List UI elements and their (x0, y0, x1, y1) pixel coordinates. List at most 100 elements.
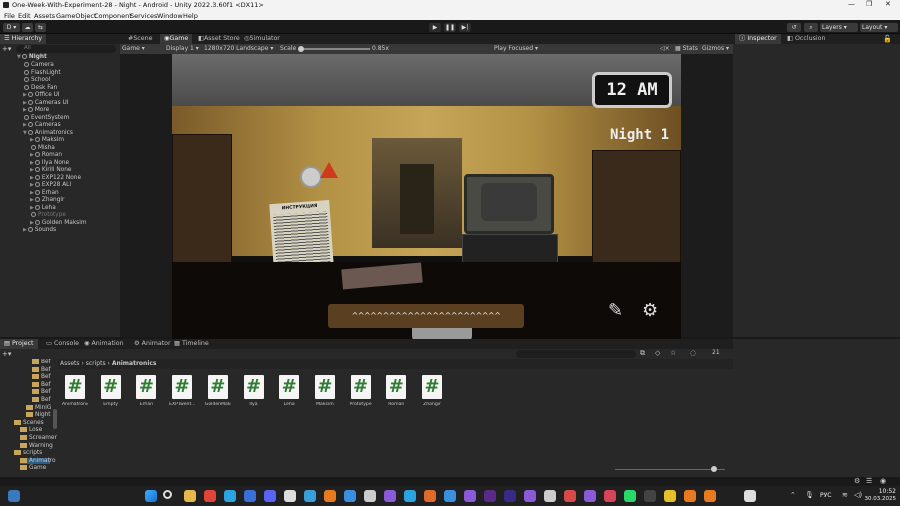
maximize-button[interactable]: ❐ (866, 0, 872, 8)
premiere-icon[interactable] (504, 490, 516, 502)
expand-arrow-icon[interactable]: ▶ (23, 107, 27, 113)
account-button[interactable]: D ▾ (3, 23, 20, 32)
hierarchy-item[interactable]: ▶ Cameras (23, 122, 61, 128)
ds-icon[interactable] (684, 490, 696, 502)
hierarchy-item[interactable]: Desk Fan (23, 84, 57, 91)
expand-arrow-icon[interactable]: ▼ (23, 130, 27, 136)
hierarchy-item[interactable]: ▶ Maksim (30, 137, 64, 143)
expand-arrow-icon[interactable]: ▶ (23, 122, 27, 128)
hierarchy-item[interactable]: ▶ Cameras UI (23, 99, 68, 106)
hierarchy-item[interactable]: ▶ Leha (30, 204, 56, 211)
expand-arrow-icon[interactable]: ▶ (30, 167, 34, 173)
step-button[interactable]: ▶| (459, 23, 471, 32)
hierarchy-item[interactable]: ▶ EXP122 None (30, 174, 81, 181)
scale-slider-handle[interactable] (298, 46, 304, 52)
hierarchy-item[interactable]: ▼ Animatronics (23, 129, 73, 136)
script-file[interactable]: # GoldenMaks... (205, 375, 231, 407)
project-folder[interactable]: Scenes (14, 419, 44, 426)
crumb-assets[interactable]: Assets (60, 360, 80, 367)
search-icon[interactable] (163, 490, 172, 499)
yandex-browser-icon[interactable] (204, 490, 216, 502)
minimize-button[interactable]: — (848, 0, 855, 8)
tab-console[interactable]: ▭ Console (42, 339, 83, 349)
wifi-icon[interactable]: ≋ (842, 491, 848, 499)
visual-studio-2-icon[interactable] (464, 490, 476, 502)
expand-arrow-icon[interactable]: ▶ (30, 205, 34, 211)
after-effects-icon[interactable] (484, 490, 496, 502)
script-file[interactable]: # Zhangir (419, 375, 445, 407)
layout-dropdown[interactable]: Layout ▾ (860, 23, 898, 32)
tab-hierarchy[interactable]: ☰ Hierarchy (0, 34, 47, 44)
crumb-scripts[interactable]: scripts (86, 360, 106, 367)
vs-code-icon[interactable] (444, 490, 456, 502)
tab-scene[interactable]: #Scene (124, 34, 156, 44)
visibility-icon[interactable]: ◌ (690, 349, 696, 357)
hierarchy-item[interactable]: ▶ EXP28 ALI (30, 182, 71, 188)
expand-arrow-icon[interactable]: ▶ (30, 190, 34, 196)
menu-help[interactable]: Help (183, 12, 198, 20)
unity-editor-icon[interactable] (744, 490, 756, 502)
hierarchy-item[interactable]: ▶ Office UI (23, 92, 60, 98)
script-file[interactable]: # Leha (276, 375, 302, 407)
hierarchy-item[interactable]: ▶ Golden Maksim (30, 219, 86, 226)
project-folder[interactable]: scripts (14, 450, 42, 456)
project-folder[interactable]: Screamer (20, 435, 57, 441)
tab-timeline[interactable]: ▦ Timeline (170, 339, 213, 349)
video-icon[interactable] (584, 490, 596, 502)
vpn-icon[interactable] (244, 490, 256, 502)
project-folder[interactable]: Bef (32, 389, 51, 395)
tray-chevron-icon[interactable]: ⌃ (790, 491, 796, 499)
tab-occlusion[interactable]: ◧ Occlusion (783, 34, 829, 44)
menu-component[interactable]: Component (94, 12, 132, 20)
tree-scrollbar[interactable] (53, 409, 57, 429)
tab-simulator[interactable]: ◎Simulator (240, 34, 284, 44)
play-focused-dropdown[interactable]: Play Focused ▾ (494, 44, 538, 54)
menu-assets[interactable]: Assets (34, 12, 55, 20)
create-icon[interactable]: +▾ (2, 350, 11, 358)
browser-icon[interactable] (424, 490, 436, 502)
telegram-icon[interactable] (224, 490, 236, 502)
game-viewport[interactable]: ИНСТРУКЦИЯ 12 AM Night 1 ^^^^^^^^^^^^^^^… (172, 54, 681, 339)
expand-arrow-icon[interactable]: ▶ (30, 182, 34, 188)
close-button[interactable]: ✕ (885, 0, 891, 8)
resolution-dropdown[interactable]: 1280x720 Landscape ▾ (204, 44, 273, 54)
pause-button[interactable]: ❚❚ (444, 23, 456, 32)
script-file[interactable]: # Roman (383, 375, 409, 407)
script-file[interactable]: # Ilya (241, 375, 267, 407)
filter-icon[interactable]: ⧉ (640, 349, 645, 358)
hierarchy-item[interactable]: ▶ Ilya None (30, 159, 69, 166)
obs-icon[interactable] (644, 490, 656, 502)
zoom-slider[interactable] (615, 469, 725, 470)
hierarchy-item[interactable]: School (23, 77, 50, 83)
project-folder[interactable]: Warning (20, 442, 53, 449)
project-folder[interactable]: Bef (32, 374, 51, 380)
menu-window[interactable]: Window (157, 12, 183, 20)
game-mode-dropdown[interactable]: Game ▾ (122, 44, 145, 54)
search-icon[interactable]: ⌕ (804, 23, 818, 32)
hierarchy-item[interactable]: Prototype (30, 212, 66, 218)
hierarchy-search-input[interactable]: All (16, 45, 116, 53)
scale-slider[interactable] (300, 48, 370, 50)
project-folder[interactable]: Lose (20, 427, 42, 433)
app-3-icon[interactable] (604, 490, 616, 502)
expand-arrow-icon[interactable]: ▶ (30, 137, 34, 143)
script-file[interactable]: # Erhan (133, 375, 159, 407)
collab-icon[interactable]: ⇆ (35, 23, 46, 32)
project-folder[interactable]: Night (26, 412, 51, 418)
hierarchy-item[interactable]: ▶ Erhan (30, 189, 59, 196)
telegram-2-icon[interactable] (404, 490, 416, 502)
expand-arrow-icon[interactable]: ▶ (30, 175, 34, 181)
hierarchy-item[interactable]: FlashLight (23, 69, 61, 76)
visual-studio-icon[interactable] (384, 490, 396, 502)
project-search-input[interactable] (516, 350, 636, 358)
script-file[interactable]: # AnimatronicScr... (62, 375, 88, 407)
davinci-icon[interactable] (564, 490, 576, 502)
hierarchy-item[interactable]: EventSystem (23, 114, 69, 121)
script-file[interactable]: # Prototype (348, 375, 374, 407)
hierarchy-item[interactable]: Misha (30, 144, 55, 151)
tab-project[interactable]: ▤ Project (0, 339, 38, 349)
mute-icon[interactable]: ◁× (660, 44, 670, 54)
menu-services[interactable]: Services (130, 12, 157, 20)
clock-date[interactable]: 30.03.2025 (862, 496, 897, 502)
expand-arrow-icon[interactable]: ▶ (30, 152, 34, 158)
